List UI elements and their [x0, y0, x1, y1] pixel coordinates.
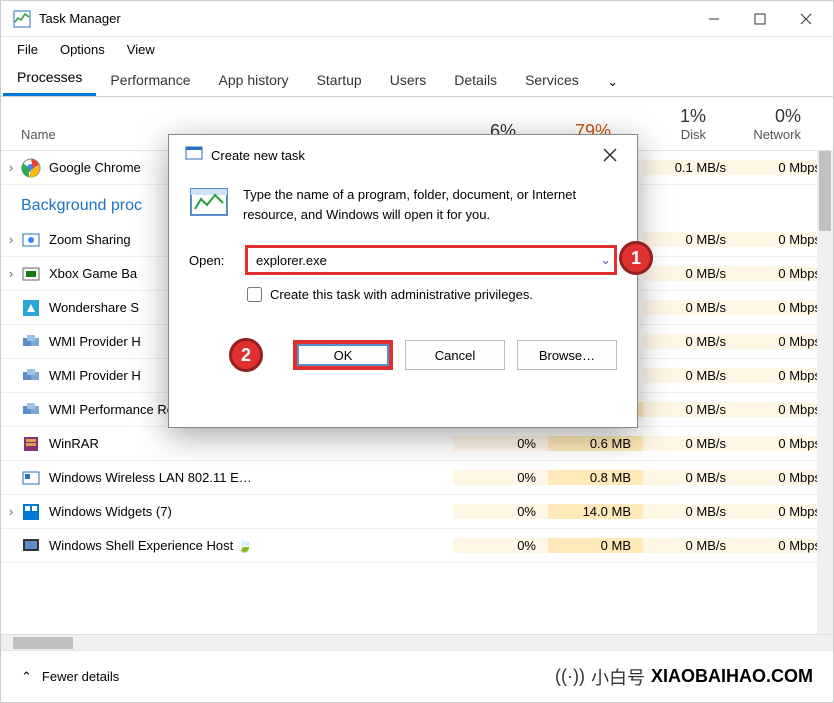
- tab-startup[interactable]: Startup: [303, 64, 376, 96]
- process-icon: [21, 264, 41, 284]
- tab-bar: Processes Performance App history Startu…: [1, 61, 833, 97]
- dialog-title: Create new task: [211, 148, 591, 163]
- process-name: WinRAR: [49, 436, 453, 451]
- hscroll-thumb[interactable]: [13, 637, 73, 649]
- tab-details[interactable]: Details: [440, 64, 511, 96]
- footer: ⌃ Fewer details ((·)) 小白号 XIAOBAIHAO.COM: [1, 650, 833, 702]
- scrollbar-thumb[interactable]: [819, 151, 831, 231]
- process-row[interactable]: Windows Shell Experience Host 🍃0%0 MB0 M…: [1, 529, 833, 563]
- process-icon: [21, 502, 41, 522]
- dialog-body: Type the name of a program, folder, docu…: [169, 175, 637, 340]
- dialog-description: Type the name of a program, folder, docu…: [243, 185, 617, 225]
- cell-mem: 14.0 MB: [548, 504, 643, 519]
- process-icon: [21, 366, 41, 386]
- expand-icon[interactable]: ›: [1, 160, 21, 175]
- task-manager-icon: [13, 10, 31, 28]
- minimize-button[interactable]: [691, 1, 737, 37]
- window-controls: [691, 1, 829, 37]
- process-row[interactable]: ›Windows Widgets (7)0%14.0 MB0 MB/s0 Mbp…: [1, 495, 833, 529]
- leaf-icon: 🍃: [237, 538, 253, 553]
- cell-disk: 0 MB/s: [643, 334, 738, 349]
- maximize-button[interactable]: [737, 1, 783, 37]
- process-icon: [21, 230, 41, 250]
- cell-disk: 0 MB/s: [643, 232, 738, 247]
- menubar: File Options View: [1, 37, 833, 61]
- process-icon: [21, 536, 41, 556]
- titlebar: Task Manager: [1, 1, 833, 37]
- process-name: Windows Shell Experience Host 🍃: [49, 538, 453, 554]
- admin-checkbox[interactable]: [247, 287, 262, 302]
- expand-icon[interactable]: ›: [1, 266, 21, 281]
- dialog-close-button[interactable]: [591, 140, 629, 170]
- cell-disk: 0 MB/s: [643, 266, 738, 281]
- process-icon: [21, 468, 41, 488]
- tab-app-history[interactable]: App history: [205, 64, 303, 96]
- watermark-en: XIAOBAIHAO.COM: [651, 666, 813, 687]
- tab-services[interactable]: Services: [511, 64, 593, 96]
- ok-button[interactable]: OK: [293, 340, 393, 370]
- vertical-scrollbar[interactable]: [817, 151, 833, 634]
- cell-mem: 0.6 MB: [548, 436, 643, 451]
- process-name: Windows Widgets (7): [49, 504, 453, 519]
- annotation-badge-1: 1: [619, 241, 653, 275]
- chrome-icon: [21, 158, 41, 178]
- cell-disk: 0 MB/s: [643, 470, 738, 485]
- process-icon: [21, 332, 41, 352]
- process-row[interactable]: WinRAR0%0.6 MB0 MB/s0 Mbps: [1, 427, 833, 461]
- watermark-cn: 小白号: [591, 664, 645, 690]
- cell-disk: 0 MB/s: [643, 368, 738, 383]
- run-program-icon: [189, 185, 229, 225]
- close-button[interactable]: [783, 1, 829, 37]
- tab-processes[interactable]: Processes: [3, 61, 96, 96]
- expand-icon[interactable]: ›: [1, 504, 21, 519]
- cancel-button[interactable]: Cancel: [405, 340, 505, 370]
- fewer-details-label: Fewer details: [42, 669, 119, 684]
- cell-disk: 0 MB/s: [643, 436, 738, 451]
- cell-disk: 0 MB/s: [643, 402, 738, 417]
- tab-users[interactable]: Users: [376, 64, 441, 96]
- process-icon: [21, 298, 41, 318]
- tab-more[interactable]: ⌄: [593, 68, 633, 96]
- cell-disk: 0 MB/s: [643, 504, 738, 519]
- fewer-details-button[interactable]: ⌃ Fewer details: [21, 669, 119, 685]
- process-icon: [21, 400, 41, 420]
- menu-options[interactable]: Options: [50, 39, 115, 60]
- dialog-titlebar: Create new task: [169, 135, 637, 175]
- menu-file[interactable]: File: [7, 39, 48, 60]
- create-task-dialog: Create new task Type the name of a progr…: [168, 134, 638, 428]
- tab-performance[interactable]: Performance: [96, 64, 204, 96]
- chevron-up-icon: ⌃: [21, 669, 32, 685]
- cell-cpu: 0%: [453, 436, 548, 451]
- cell-cpu: 0%: [453, 538, 548, 553]
- browse-button[interactable]: Browse…: [517, 340, 617, 370]
- cell-cpu: 0%: [453, 470, 548, 485]
- antenna-icon: ((·)): [555, 666, 585, 687]
- cell-disk: 0 MB/s: [643, 300, 738, 315]
- annotation-badge-2: 2: [229, 338, 263, 372]
- cell-disk: 0 MB/s: [643, 538, 738, 553]
- expand-icon[interactable]: ›: [1, 232, 21, 247]
- admin-checkbox-label: Create this task with administrative pri…: [270, 287, 533, 302]
- horizontal-scrollbar[interactable]: [1, 634, 833, 650]
- dialog-buttons: 2 OK Cancel Browse…: [169, 340, 637, 370]
- open-label: Open:: [189, 253, 235, 268]
- process-name: Windows Wireless LAN 802.11 E…: [49, 470, 453, 485]
- cell-mem: 0 MB: [548, 538, 643, 553]
- process-icon: [21, 434, 41, 454]
- window-title: Task Manager: [39, 11, 691, 26]
- col-network[interactable]: 0%Network: [718, 106, 813, 150]
- cell-mem: 0.8 MB: [548, 470, 643, 485]
- menu-view[interactable]: View: [117, 39, 165, 60]
- cell-cpu: 0%: [453, 504, 548, 519]
- cell-disk: 0.1 MB/s: [643, 160, 738, 175]
- watermark: ((·)) 小白号 XIAOBAIHAO.COM: [555, 664, 813, 690]
- process-row[interactable]: Windows Wireless LAN 802.11 E…0%0.8 MB0 …: [1, 461, 833, 495]
- run-dialog-icon: [185, 146, 203, 164]
- open-input[interactable]: [245, 245, 617, 275]
